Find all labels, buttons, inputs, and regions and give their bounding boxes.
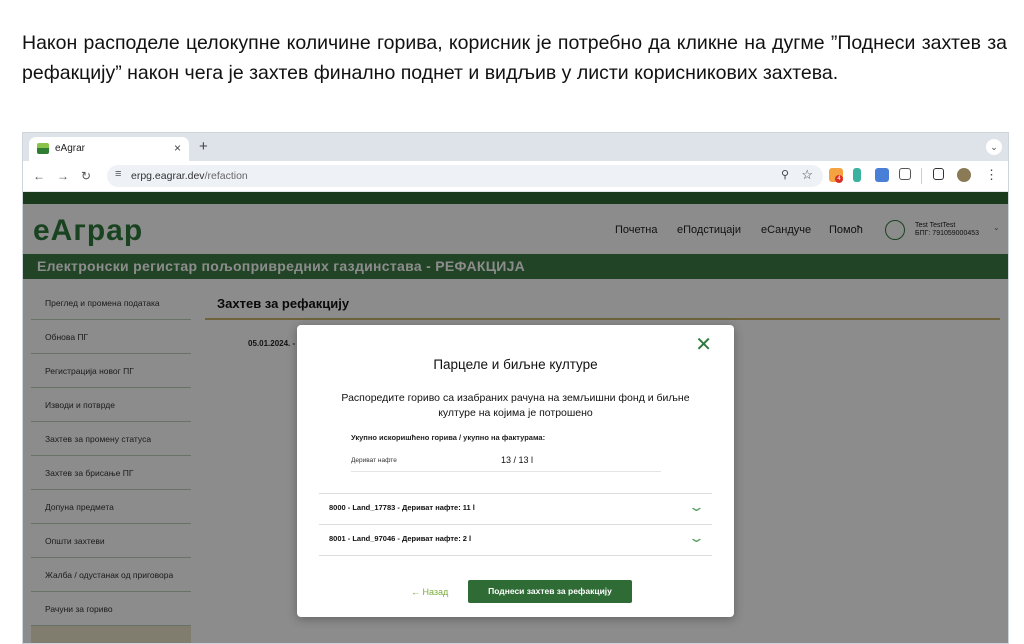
url-host: erpg.eagrar.dev (131, 170, 205, 182)
close-tab-icon[interactable]: × (174, 141, 181, 155)
chevron-down-icon[interactable]: ⌄ (688, 499, 705, 515)
chevron-down-icon[interactable]: ⌄ (688, 530, 705, 546)
fuel-total-row: Дериват нафте 13 / 13 l (351, 455, 661, 469)
new-tab-button[interactable]: + (199, 138, 208, 155)
url-path: /refaction (204, 170, 248, 182)
site-settings-icon[interactable]: ≡ (115, 168, 121, 180)
submit-refaction-button[interactable]: Поднеси захтев за рефакцију (468, 580, 632, 603)
parcel-accordion-2[interactable]: 8001 - Land_97046 - Дериват нафте: 2 l ⌄ (319, 524, 712, 555)
back-button[interactable]: ← Назад (411, 587, 448, 597)
toolbar-divider (921, 168, 922, 184)
url-text: erpg.eagrar.dev/refaction (131, 170, 248, 182)
fuel-total-value: 13 / 13 l (501, 455, 534, 465)
tab-title: eAgrar (55, 143, 86, 154)
parcel-accordion-1[interactable]: 8000 - Land_17783 - Дериват нафте: 11 l … (319, 493, 712, 524)
instruction-text: Након расподеле целокупне количине горив… (22, 32, 1007, 84)
browser-tab[interactable]: eAgrar × (29, 137, 189, 161)
profile-avatar-icon[interactable] (957, 168, 971, 182)
close-icon[interactable]: ✕ (695, 335, 712, 355)
extension-badge: 4 (835, 175, 843, 183)
browser-menu-icon[interactable]: ⋮ (985, 167, 998, 183)
back-arrow-icon[interactable]: ← (33, 169, 45, 183)
modal-title: Парцеле и биљне културе (433, 357, 598, 372)
browser-toolbar: ← → ↻ ≡ erpg.eagrar.dev/refaction ⚲ ☆ 4 … (23, 161, 1008, 192)
divider (319, 555, 712, 556)
fuel-total-label: Укупно искоришћено горива / укупно на фа… (351, 433, 546, 442)
parcel-accordion-label: 8001 - Land_97046 - Дериват нафте: 2 l (329, 534, 472, 543)
fuel-distribution-modal: ✕ Парцеле и биљне културе Распоредите го… (297, 325, 734, 617)
divider (351, 471, 661, 472)
bookmark-star-icon[interactable]: ☆ (801, 167, 813, 183)
extensions-puzzle-icon[interactable] (899, 168, 911, 180)
fuel-type-label: Дериват нафте (351, 457, 397, 464)
tab-strip: eAgrar × + ⌄ (23, 133, 1008, 161)
side-panel-icon[interactable] (933, 168, 944, 180)
modal-description: Распоредите гориво са изабраних рачуна н… (341, 392, 690, 419)
eagrar-favicon-icon (37, 143, 49, 154)
extension-icon-2[interactable] (853, 168, 861, 182)
zoom-icon[interactable]: ⚲ (781, 168, 789, 181)
forward-arrow-icon[interactable]: → (57, 169, 69, 183)
tab-search-icon[interactable]: ⌄ (986, 139, 1002, 155)
reload-icon[interactable]: ↻ (81, 169, 91, 183)
translate-extension-icon[interactable] (875, 168, 889, 182)
browser-screenshot: eAgrar × + ⌄ ← → ↻ ≡ erpg.eagrar.dev/ref… (22, 132, 1009, 644)
address-bar[interactable]: ≡ erpg.eagrar.dev/refaction ⚲ ☆ (107, 165, 823, 187)
parcel-accordion-label: 8000 - Land_17783 - Дериват нафте: 11 l (329, 503, 475, 512)
website: еАграр Почетна еПодстицаји еСандуче Помо… (23, 192, 1008, 643)
